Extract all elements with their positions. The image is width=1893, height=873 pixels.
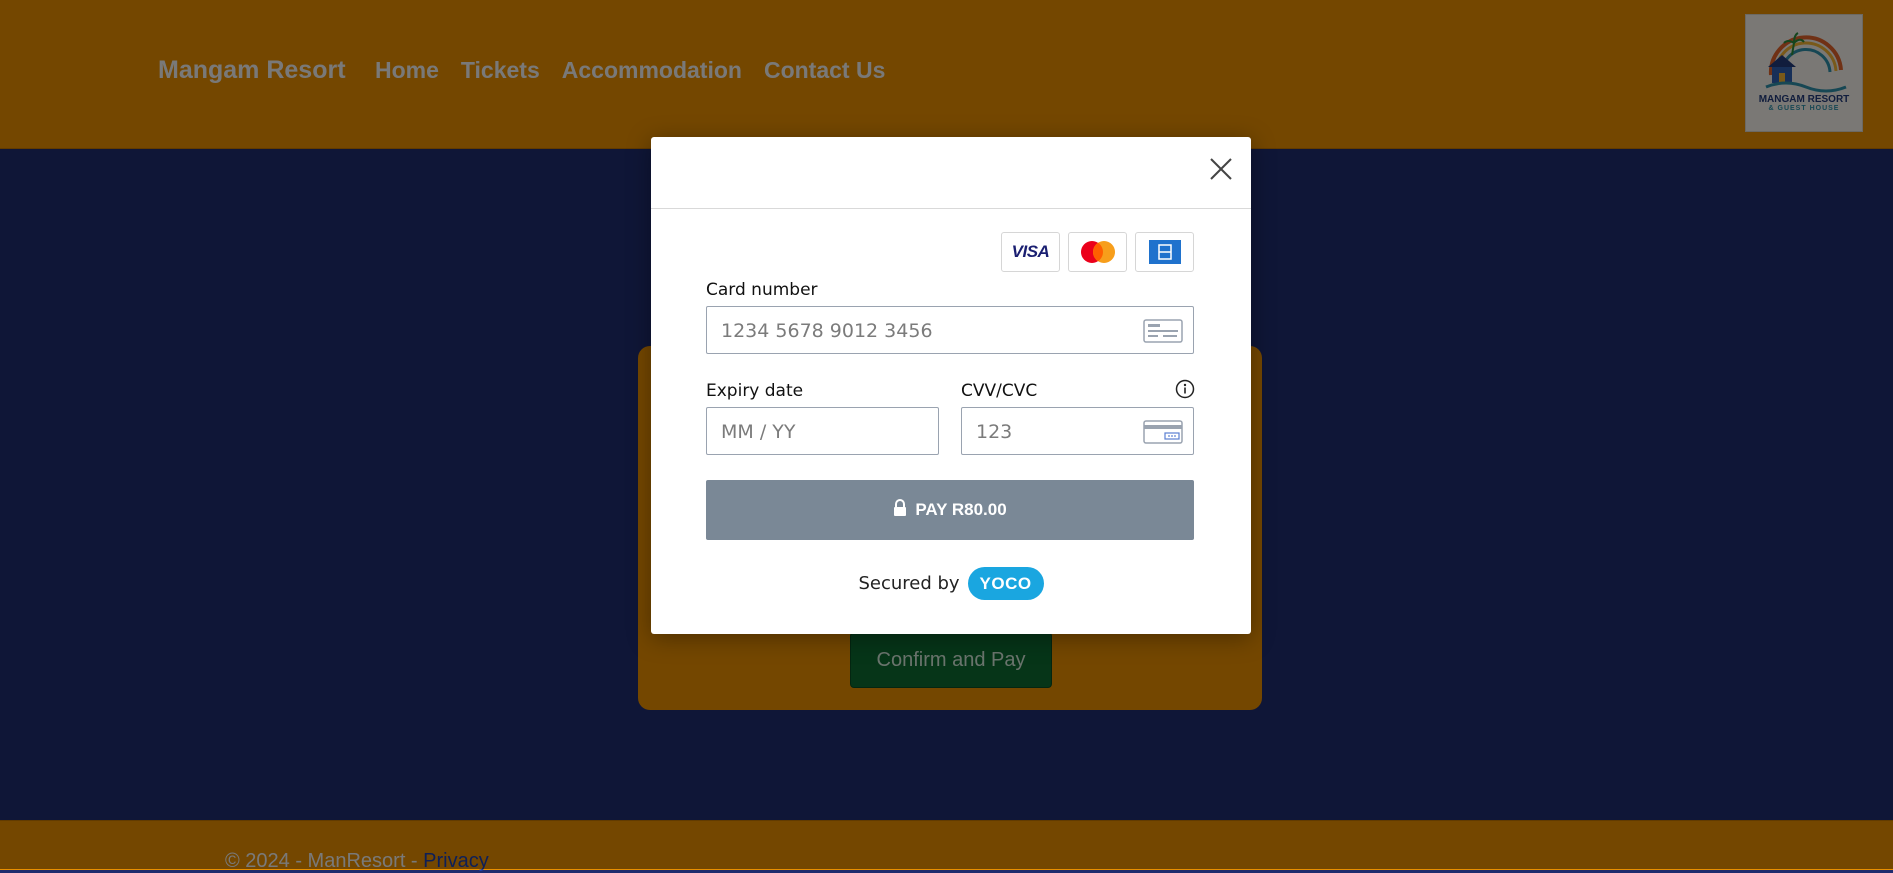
info-icon[interactable]	[1175, 379, 1195, 404]
expiry-field[interactable]	[706, 407, 939, 456]
payment-modal: VISA Card number 1234 5678 9012 3456 Exp…	[651, 137, 1251, 634]
card-number-field[interactable]	[706, 306, 1194, 355]
modal-header	[651, 137, 1251, 209]
cvv-input[interactable]	[974, 408, 1117, 456]
card-number-input[interactable]	[719, 307, 1112, 355]
yoco-logo: YOCO	[967, 567, 1044, 600]
expiry-label: Expiry date	[706, 381, 804, 401]
cvv-card-icon	[1143, 420, 1183, 449]
secured-by: Secured by YOCO	[651, 567, 1251, 600]
expiry-input[interactable]	[719, 408, 908, 456]
pay-button-label: PAY R80.00	[915, 500, 1007, 519]
secured-by-text: Secured by	[858, 573, 960, 594]
cvv-field[interactable]	[961, 407, 1194, 456]
pay-button[interactable]: PAY R80.00	[706, 480, 1194, 540]
close-icon[interactable]	[1207, 155, 1235, 183]
visa-icon: VISA	[1001, 232, 1060, 272]
mastercard-icon	[1068, 232, 1127, 272]
lock-icon	[893, 498, 907, 522]
amex-icon	[1135, 232, 1194, 272]
cvv-label: CVV/CVC	[961, 381, 1038, 401]
card-brand-logos: VISA	[1001, 232, 1194, 272]
card-icon	[1143, 319, 1183, 348]
card-number-label: Card number	[706, 280, 818, 300]
